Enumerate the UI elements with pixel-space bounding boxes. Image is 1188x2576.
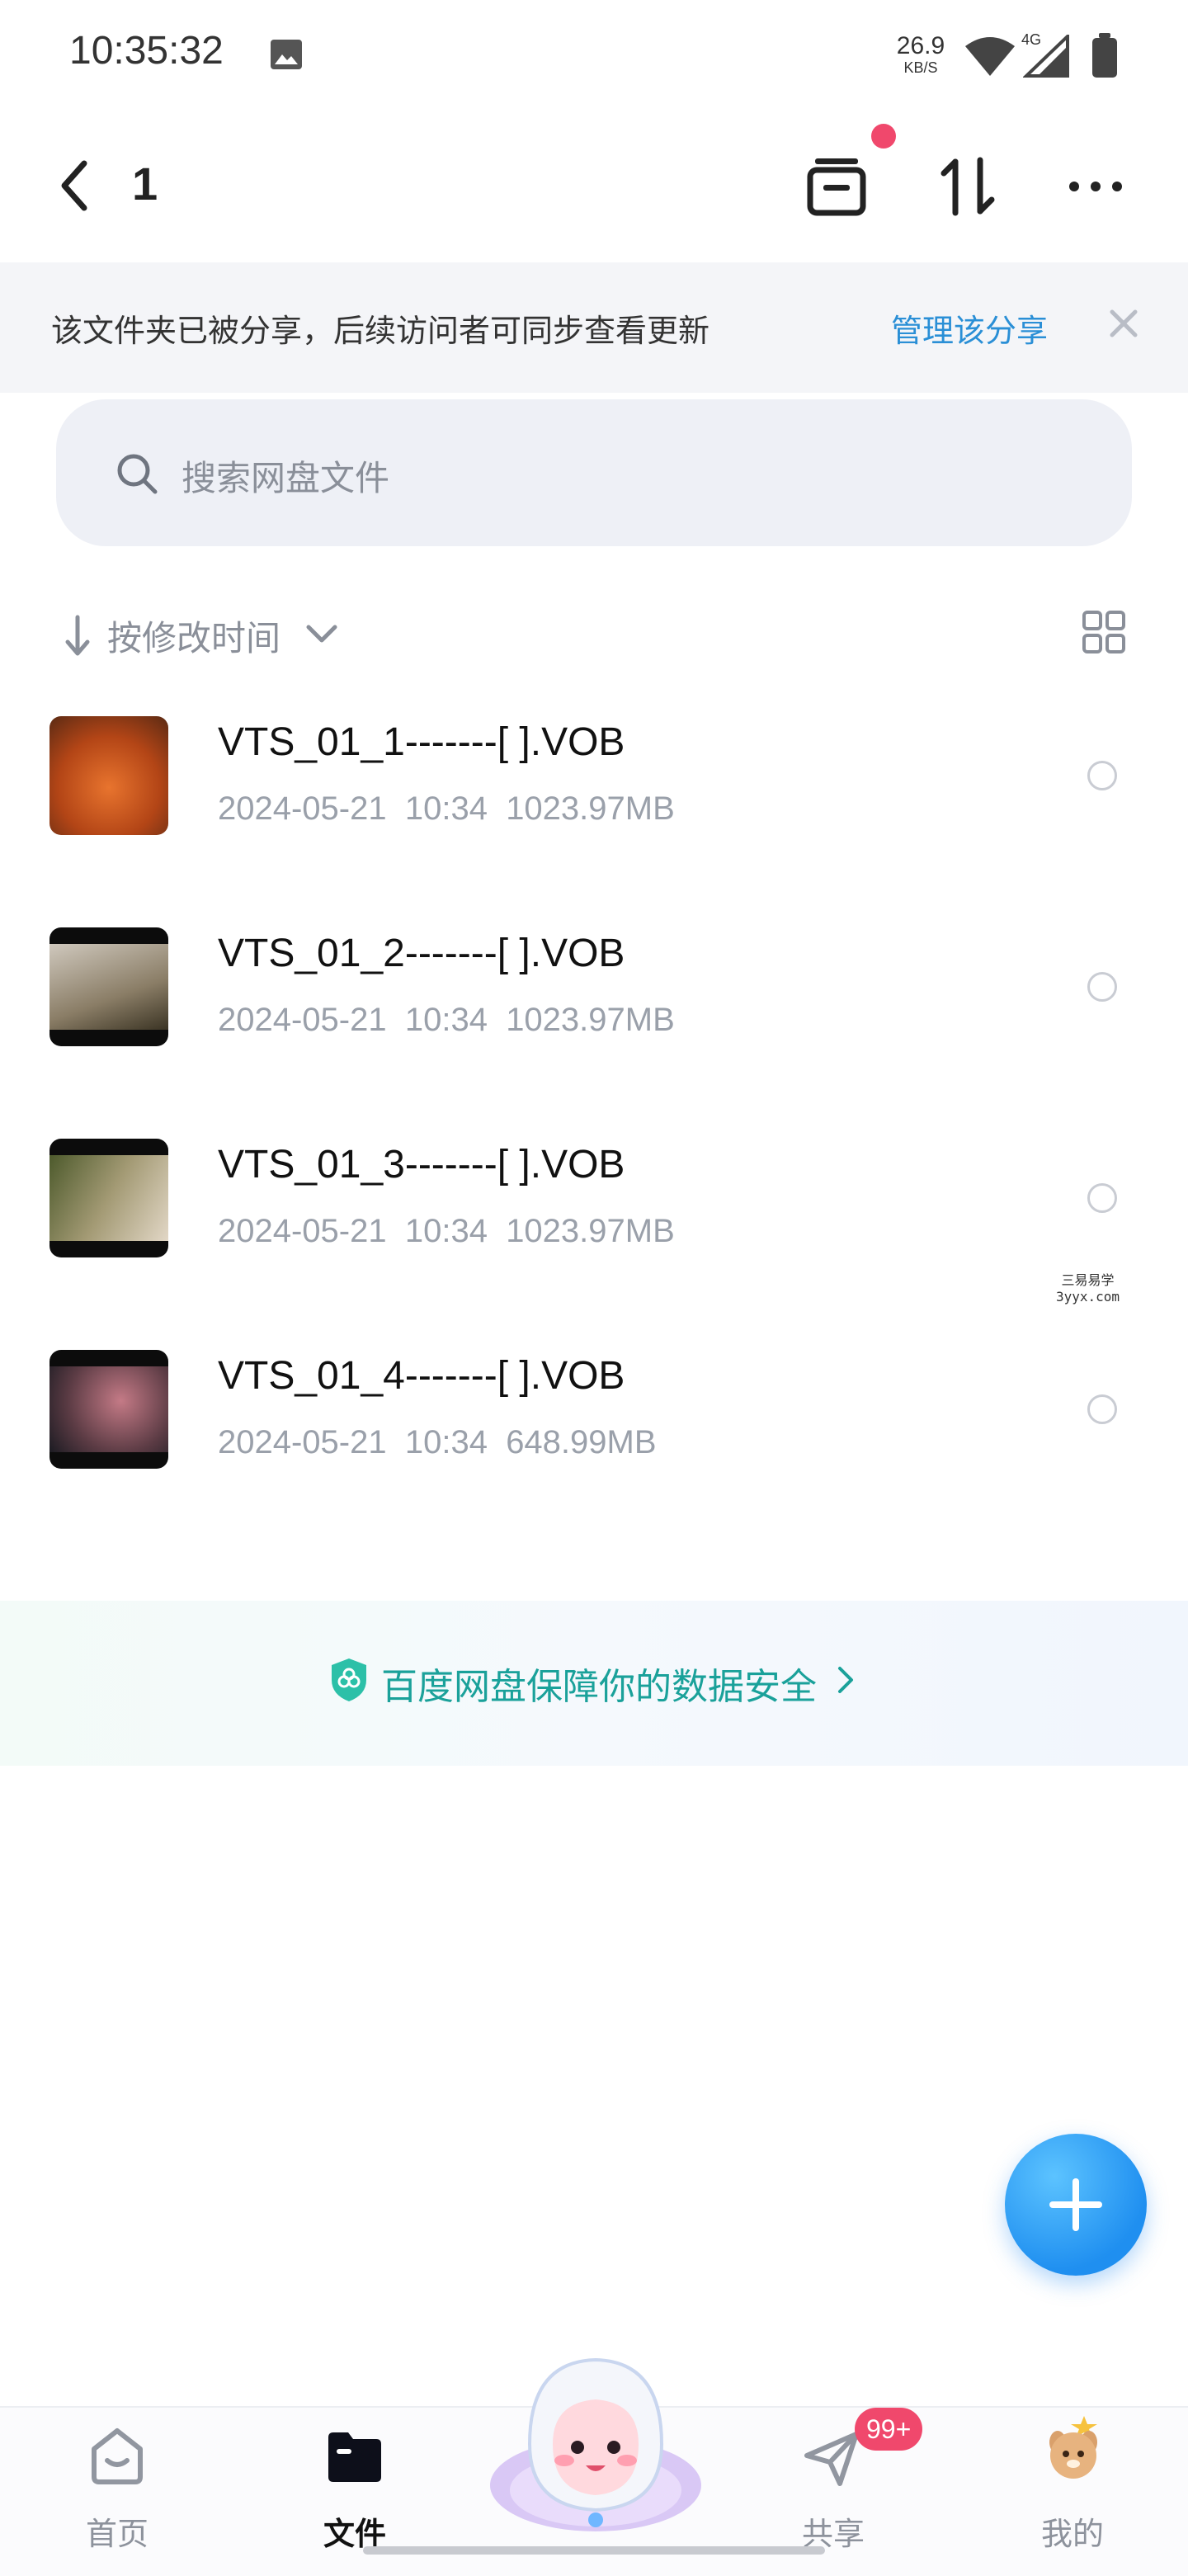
notification-dot	[871, 124, 896, 149]
file-meta: 2024-05-21 10:34 1023.97MB	[218, 1213, 675, 1250]
security-text[interactable]: 百度网盘保障你的数据安全	[381, 1657, 817, 1710]
video-thumbnail	[50, 1139, 168, 1257]
gesture-bar[interactable]	[363, 2546, 825, 2555]
network-speed: 26.9 KB/S	[894, 32, 947, 77]
sort-transfer-icon[interactable]	[936, 153, 1002, 219]
share-count-badge: 99+	[855, 2408, 923, 2451]
battery-icon	[1092, 33, 1117, 78]
file-name: VTS_01_3-------[ ].VOB	[218, 1143, 625, 1187]
plus-icon	[1049, 2178, 1102, 2231]
sort-dropdown[interactable]: 按修改时间	[107, 611, 280, 661]
nav-me-label[interactable]: 我的	[1015, 2508, 1130, 2554]
file-row[interactable]	[0, 1091, 1188, 1302]
select-radio[interactable]	[1087, 1183, 1117, 1213]
file-time: 10:34	[404, 790, 488, 827]
folder-icon	[328, 2432, 381, 2482]
back-icon[interactable]	[54, 157, 96, 215]
file-time: 10:34	[404, 1002, 488, 1038]
file-date: 2024-05-21	[218, 790, 387, 827]
share-banner-text: 该文件夹已被分享，后续访问者可同步查看更新	[51, 313, 710, 349]
file-meta: 2024-05-21 10:34 1023.97MB	[218, 790, 675, 828]
select-radio[interactable]	[1087, 761, 1117, 790]
mascot-assistant-icon[interactable]	[482, 2345, 710, 2535]
select-radio[interactable]	[1087, 972, 1117, 1002]
file-meta: 2024-05-21 10:34 648.99MB	[218, 1424, 657, 1461]
speed-value: 26.9	[896, 32, 945, 59]
file-time: 10:34	[404, 1424, 488, 1460]
add-button[interactable]	[1005, 2134, 1147, 2276]
more-icon[interactable]	[1063, 153, 1129, 219]
file-row[interactable]	[0, 880, 1188, 1091]
file-name: VTS_01_4-------[ ].VOB	[218, 1354, 625, 1398]
file-date: 2024-05-21	[218, 1002, 387, 1038]
file-date: 2024-05-21	[218, 1213, 387, 1249]
wifi-icon	[965, 37, 1015, 76]
file-name: VTS_01_2-------[ ].VOB	[218, 932, 625, 975]
search-icon	[117, 454, 158, 494]
watermark: 三易易学 3yyx.com	[1056, 1272, 1120, 1305]
watermark-line1: 三易易学	[1061, 1272, 1115, 1288]
file-time: 10:34	[404, 1213, 488, 1249]
video-thumbnail	[50, 716, 168, 835]
file-size: 1023.97MB	[506, 1002, 675, 1038]
speed-unit: KB/S	[903, 59, 938, 76]
file-name: VTS_01_1-------[ ].VOB	[218, 720, 625, 764]
file-row[interactable]	[0, 668, 1188, 880]
chevron-down-icon[interactable]	[304, 620, 340, 647]
file-size: 648.99MB	[506, 1424, 657, 1460]
shield-icon	[332, 1658, 366, 1701]
file-size: 1023.97MB	[506, 790, 675, 827]
file-row[interactable]	[0, 1302, 1188, 1513]
image-notification-icon	[271, 40, 302, 69]
folder-title: 1	[132, 158, 158, 210]
close-icon[interactable]	[1106, 305, 1142, 342]
grid-view-icon[interactable]	[1081, 609, 1127, 655]
file-meta: 2024-05-21 10:34 1023.97MB	[218, 1002, 675, 1039]
video-thumbnail	[50, 1350, 168, 1469]
status-time: 10:35:32	[69, 29, 224, 73]
video-thumbnail	[50, 927, 168, 1046]
file-date: 2024-05-21	[218, 1424, 387, 1460]
cell-signal-icon	[1023, 35, 1069, 78]
nav-home-label[interactable]: 首页	[59, 2508, 175, 2554]
home-icon	[92, 2428, 143, 2484]
search-input[interactable]: 搜索网盘文件	[182, 451, 389, 501]
paper-plane-icon	[804, 2432, 859, 2486]
manage-share-link[interactable]: 管理该分享	[891, 305, 1048, 351]
transfer-box-icon[interactable]	[804, 153, 870, 219]
select-radio[interactable]	[1087, 1394, 1117, 1424]
avatar	[1049, 2416, 1097, 2479]
sort-arrow-icon[interactable]	[61, 612, 94, 658]
chevron-right-icon[interactable]	[835, 1663, 856, 1696]
file-size: 1023.97MB	[506, 1213, 675, 1249]
